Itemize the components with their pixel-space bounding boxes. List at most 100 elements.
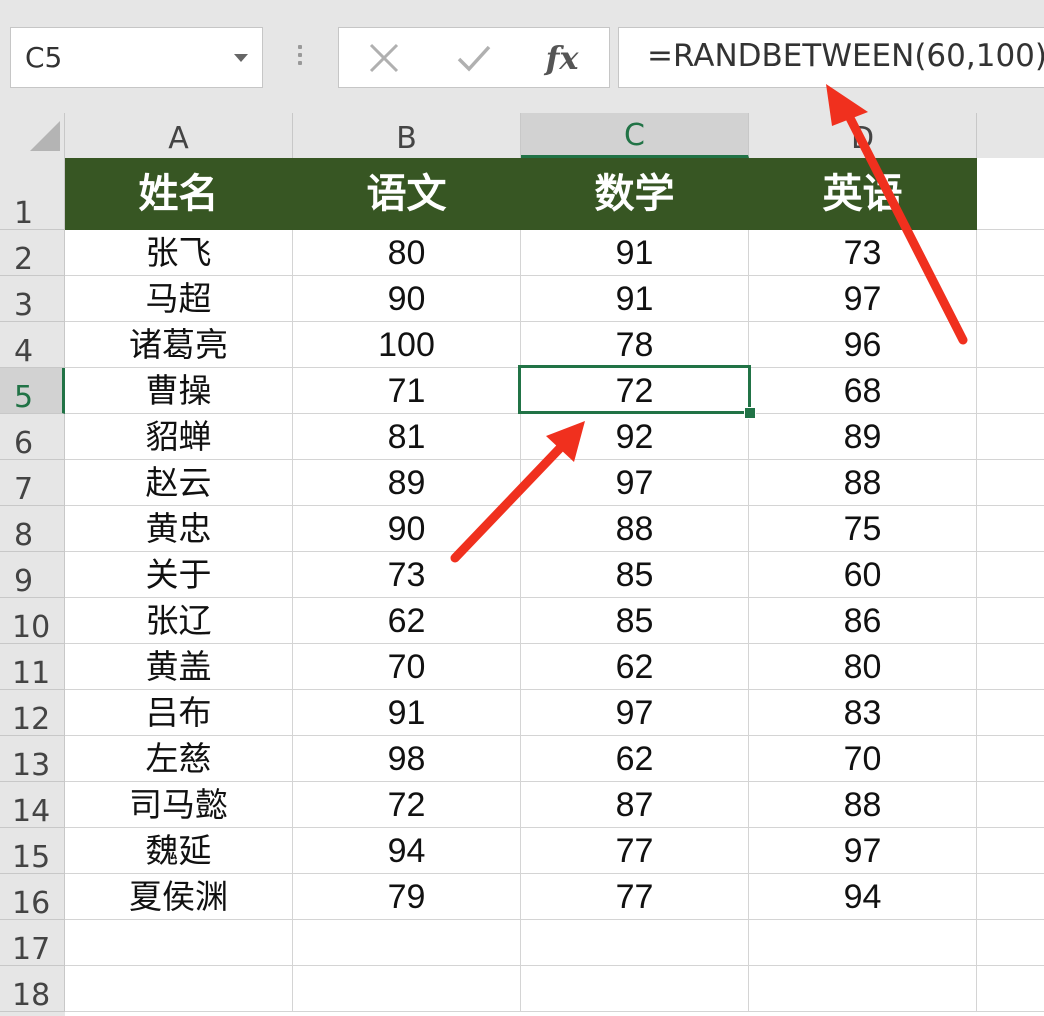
row-header-11[interactable]: 11 bbox=[0, 644, 65, 690]
table-cell[interactable]: 黄忠 bbox=[65, 506, 293, 552]
table-cell[interactable]: 97 bbox=[749, 276, 977, 322]
table-cell[interactable]: 吕布 bbox=[65, 690, 293, 736]
table-cell[interactable] bbox=[977, 158, 1044, 230]
table-cell[interactable]: 88 bbox=[749, 782, 977, 828]
table-cell[interactable] bbox=[521, 920, 749, 966]
table-cell[interactable] bbox=[977, 828, 1044, 874]
row-header-4[interactable]: 4 bbox=[0, 322, 65, 368]
table-cell[interactable]: 77 bbox=[521, 828, 749, 874]
column-header-c[interactable]: C bbox=[521, 113, 749, 158]
table-cell[interactable] bbox=[749, 966, 977, 1012]
row-header-3[interactable]: 3 bbox=[0, 276, 65, 322]
table-cell[interactable] bbox=[977, 552, 1044, 598]
table-cell[interactable] bbox=[977, 230, 1044, 276]
header-cell[interactable]: 姓名 bbox=[65, 158, 293, 230]
table-cell[interactable]: 81 bbox=[293, 414, 521, 460]
table-cell[interactable]: 98 bbox=[293, 736, 521, 782]
row-header-10[interactable]: 10 bbox=[0, 598, 65, 644]
table-cell[interactable]: 85 bbox=[521, 598, 749, 644]
table-cell[interactable] bbox=[977, 322, 1044, 368]
header-cell[interactable]: 英语 bbox=[749, 158, 977, 230]
table-cell[interactable]: 张辽 bbox=[65, 598, 293, 644]
table-cell[interactable] bbox=[65, 920, 293, 966]
row-header-1[interactable]: 1 bbox=[0, 158, 65, 230]
row-header-6[interactable]: 6 bbox=[0, 414, 65, 460]
enter-check-icon[interactable] bbox=[439, 28, 509, 87]
table-cell[interactable] bbox=[977, 598, 1044, 644]
column-header-d[interactable]: D bbox=[749, 113, 977, 158]
table-cell[interactable]: 97 bbox=[749, 828, 977, 874]
table-cell[interactable]: 91 bbox=[521, 230, 749, 276]
table-cell[interactable]: 张飞 bbox=[65, 230, 293, 276]
table-cell[interactable]: 左慈 bbox=[65, 736, 293, 782]
row-header-8[interactable]: 8 bbox=[0, 506, 65, 552]
table-cell[interactable]: 88 bbox=[749, 460, 977, 506]
table-cell[interactable]: 85 bbox=[521, 552, 749, 598]
grip-handle-icon[interactable] bbox=[297, 45, 303, 73]
table-cell[interactable]: 96 bbox=[749, 322, 977, 368]
table-cell[interactable] bbox=[977, 460, 1044, 506]
select-all-corner[interactable] bbox=[0, 113, 65, 158]
column-header-a[interactable]: A bbox=[65, 113, 293, 158]
row-header-9[interactable]: 9 bbox=[0, 552, 65, 598]
table-cell[interactable]: 97 bbox=[521, 460, 749, 506]
table-cell[interactable] bbox=[977, 782, 1044, 828]
table-cell[interactable]: 71 bbox=[293, 368, 521, 414]
table-cell[interactable]: 79 bbox=[293, 874, 521, 920]
table-cell[interactable]: 91 bbox=[521, 276, 749, 322]
name-box[interactable]: C5 bbox=[10, 27, 263, 88]
row-header-5[interactable]: 5 bbox=[0, 368, 65, 414]
table-cell[interactable]: 赵云 bbox=[65, 460, 293, 506]
table-cell[interactable]: 关于 bbox=[65, 552, 293, 598]
table-cell[interactable]: 72 bbox=[293, 782, 521, 828]
table-cell[interactable]: 83 bbox=[749, 690, 977, 736]
table-cell[interactable]: 马超 bbox=[65, 276, 293, 322]
table-cell[interactable] bbox=[977, 874, 1044, 920]
table-cell[interactable]: 88 bbox=[521, 506, 749, 552]
row-header-7[interactable]: 7 bbox=[0, 460, 65, 506]
table-cell[interactable]: 100 bbox=[293, 322, 521, 368]
fill-handle[interactable] bbox=[744, 407, 756, 419]
table-cell[interactable]: 黄盖 bbox=[65, 644, 293, 690]
table-cell[interactable]: 魏延 bbox=[65, 828, 293, 874]
table-cell[interactable]: 62 bbox=[521, 644, 749, 690]
row-header-15[interactable]: 15 bbox=[0, 828, 65, 874]
row-header-13[interactable]: 13 bbox=[0, 736, 65, 782]
table-cell[interactable]: 68 bbox=[749, 368, 977, 414]
table-cell[interactable]: 89 bbox=[293, 460, 521, 506]
table-cell[interactable] bbox=[977, 276, 1044, 322]
header-cell[interactable]: 数学 bbox=[521, 158, 749, 230]
table-cell[interactable]: 91 bbox=[293, 690, 521, 736]
worksheet-grid[interactable]: 姓名 语文 数学 英语 张飞 80 91 73 马超 90 91 97 诸葛亮 100 78 96 曹操 71 72… bbox=[65, 158, 1044, 1016]
table-cell[interactable]: 司马懿 bbox=[65, 782, 293, 828]
table-cell[interactable] bbox=[977, 368, 1044, 414]
table-cell[interactable]: 73 bbox=[293, 552, 521, 598]
chevron-down-icon[interactable] bbox=[234, 54, 248, 62]
table-cell[interactable]: 97 bbox=[521, 690, 749, 736]
row-header-17[interactable]: 17 bbox=[0, 920, 65, 966]
table-cell[interactable]: 70 bbox=[749, 736, 977, 782]
table-cell[interactable] bbox=[977, 644, 1044, 690]
row-header-16[interactable]: 16 bbox=[0, 874, 65, 920]
table-cell[interactable]: 60 bbox=[749, 552, 977, 598]
table-cell[interactable] bbox=[977, 966, 1044, 1012]
table-cell[interactable] bbox=[293, 966, 521, 1012]
table-cell[interactable]: 92 bbox=[521, 414, 749, 460]
table-cell[interactable]: 72 bbox=[521, 368, 749, 414]
table-cell[interactable]: 62 bbox=[293, 598, 521, 644]
table-cell[interactable]: 94 bbox=[749, 874, 977, 920]
table-cell[interactable]: 70 bbox=[293, 644, 521, 690]
table-cell[interactable] bbox=[977, 690, 1044, 736]
formula-input[interactable]: =RANDBETWEEN(60,100) bbox=[618, 27, 1044, 88]
table-cell[interactable]: 75 bbox=[749, 506, 977, 552]
table-cell[interactable]: 貂蝉 bbox=[65, 414, 293, 460]
table-cell[interactable] bbox=[521, 966, 749, 1012]
table-cell[interactable]: 77 bbox=[521, 874, 749, 920]
table-cell[interactable]: 80 bbox=[293, 230, 521, 276]
insert-function-button[interactable]: fx bbox=[527, 28, 597, 87]
table-cell[interactable]: 80 bbox=[749, 644, 977, 690]
table-cell[interactable]: 94 bbox=[293, 828, 521, 874]
table-cell[interactable] bbox=[977, 414, 1044, 460]
table-cell[interactable]: 62 bbox=[521, 736, 749, 782]
row-header-18[interactable]: 18 bbox=[0, 966, 65, 1012]
